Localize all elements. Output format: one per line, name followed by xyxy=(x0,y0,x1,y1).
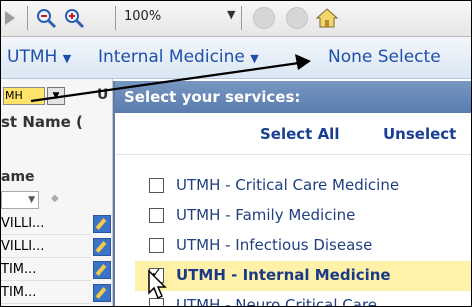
annotation-arrow xyxy=(30,54,311,103)
app-window: 100% ▼ UTMH ▼ Internal Medicine ▼ None S… xyxy=(0,0,472,307)
